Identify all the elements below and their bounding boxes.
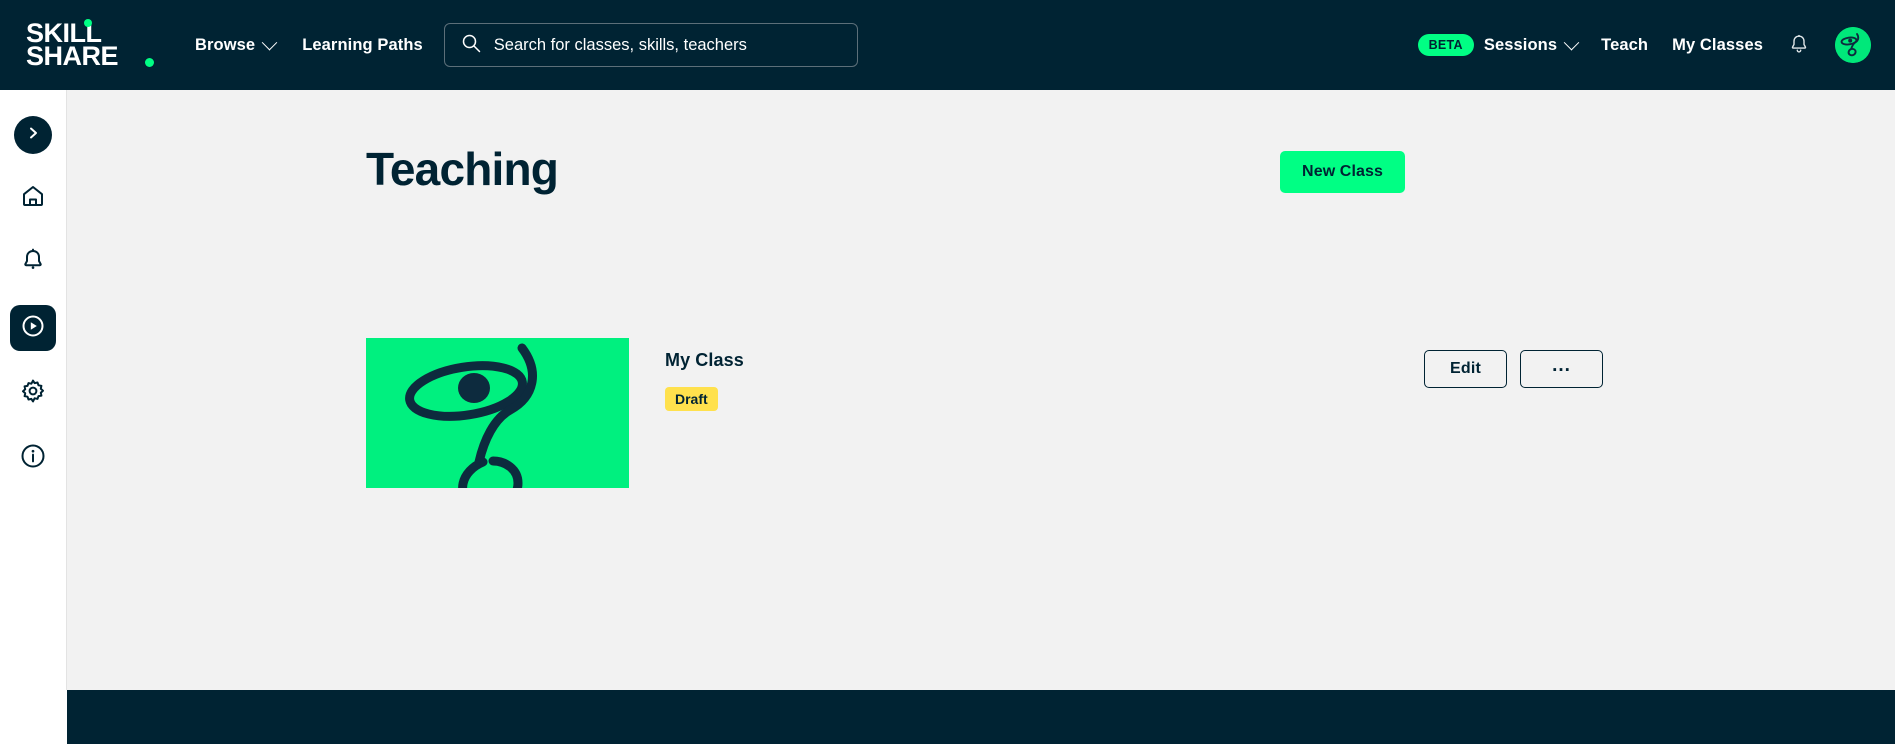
play-circle-icon (19, 312, 47, 345)
logo-dot-top-icon (84, 18, 92, 27)
nav-learning-paths[interactable]: Learning Paths (302, 36, 423, 55)
page-title: Teaching (366, 143, 559, 195)
chevron-right-icon (24, 124, 42, 147)
logo-line-2: share (26, 41, 119, 71)
edit-button[interactable]: Edit (1424, 350, 1507, 388)
gear-icon (19, 377, 47, 410)
notifications-bell-icon[interactable] (1787, 33, 1811, 57)
sidebar-item-teaching[interactable] (10, 305, 56, 351)
class-meta: My Class Draft (665, 338, 1424, 411)
nav-sessions-label: Sessions (1484, 34, 1580, 55)
page-footer (67, 690, 1895, 744)
sidebar-item-expand-sidebar[interactable] (14, 116, 52, 154)
class-list-item: My Class Draft Edit ... (366, 338, 1603, 488)
status-badge: Draft (665, 387, 718, 411)
info-icon (19, 442, 47, 475)
chevron-down-icon (1563, 34, 1580, 50)
search-bar[interactable] (443, 23, 858, 67)
nav-my-classes[interactable]: My Classes (1672, 36, 1763, 55)
skillshare-logo[interactable]: Skill share (26, 18, 154, 71)
class-thumbnail[interactable] (366, 338, 629, 488)
left-sidebar (0, 90, 67, 744)
more-options-button[interactable]: ... (1520, 350, 1603, 388)
search-icon (461, 33, 481, 58)
bell-icon (19, 247, 47, 280)
avatar[interactable] (1835, 27, 1871, 63)
nav-teach[interactable]: Teach (1601, 36, 1648, 55)
beta-badge: BETA (1417, 33, 1474, 57)
sidebar-item-info[interactable] (10, 435, 56, 481)
class-actions: Edit ... (1424, 338, 1603, 388)
search-input[interactable] (493, 35, 841, 55)
home-icon (19, 182, 47, 215)
new-class-button[interactable]: New Class (1280, 151, 1405, 193)
primary-navigation: Browse Learning Paths (195, 34, 423, 55)
sidebar-item-home[interactable] (10, 175, 56, 221)
nav-browse-label: Browse (195, 35, 256, 54)
top-header: Skill share Browse Learning Paths BETA S… (0, 0, 1895, 90)
secondary-navigation: BETA Sessions Teach My Classes (1417, 27, 1871, 63)
sidebar-item-notifications[interactable] (10, 240, 56, 286)
main-content: Teaching New Class My Class Draft Edit .… (67, 90, 1895, 690)
chevron-down-icon (261, 34, 278, 50)
class-title[interactable]: My Class (665, 350, 1424, 371)
footer-sidebar-spacer (0, 690, 67, 744)
sidebar-item-settings[interactable] (10, 370, 56, 416)
nav-sessions[interactable]: BETA Sessions (1417, 33, 1580, 57)
nav-browse[interactable]: Browse (195, 34, 278, 55)
